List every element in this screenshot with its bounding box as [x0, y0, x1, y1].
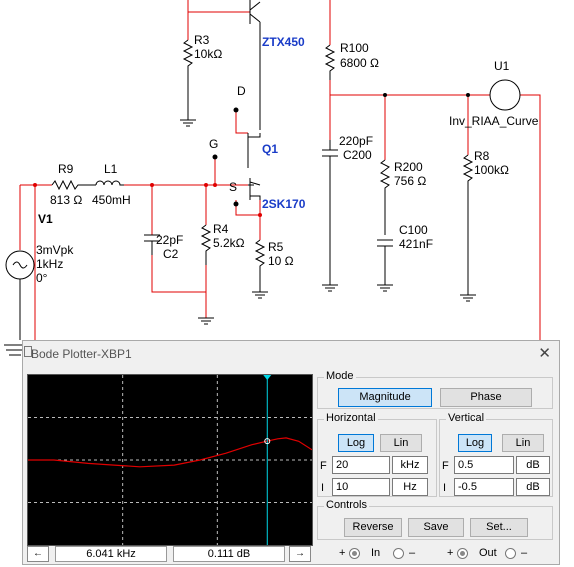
c200-name: C200: [343, 148, 372, 162]
r3-value: 10kΩ: [194, 47, 222, 61]
bode-plot-area[interactable]: [27, 374, 313, 546]
vertical-lin-button[interactable]: Lin: [502, 434, 544, 452]
r9-name: R9: [58, 162, 74, 176]
out-minus-label: –: [521, 547, 528, 559]
vertical-i-label: I: [443, 482, 447, 494]
v1-phase: 0°: [36, 271, 48, 285]
vertical-group: Vertical Log Lin F 0.5 dB I -0.5 dB: [439, 412, 553, 497]
r4-name: R4: [213, 222, 229, 236]
u1-part: Inv_RIAA_Curve: [449, 114, 539, 128]
controls-group: Controls Reverse Save Set...: [317, 499, 553, 540]
cursor-left-button[interactable]: ←: [27, 546, 49, 562]
q1-part: 2SK170: [262, 197, 306, 211]
bode-plotter-window: Bode Plotter-XBP1 ✕ Mode Magnitude Phase…: [22, 340, 560, 565]
l1-value: 450mH: [92, 193, 131, 207]
in-minus-label: –: [409, 547, 416, 559]
horizontal-title: Horizontal: [324, 412, 378, 424]
close-icon[interactable]: ✕: [538, 344, 551, 362]
v1-amp: 3mVpk: [36, 243, 74, 257]
r100-resistor: [324, 44, 336, 80]
wires: [19, 0, 541, 345]
u1-name: U1: [494, 59, 510, 73]
c2-name: C2: [163, 247, 179, 261]
out-plus-label: +: [447, 547, 454, 559]
save-button[interactable]: Save: [408, 518, 464, 537]
r100-name: R100: [340, 41, 369, 55]
gain-readout: 0.111 dB: [173, 546, 285, 562]
v1-freq: 1kHz: [36, 257, 63, 271]
in-minus-terminal[interactable]: [393, 548, 404, 559]
l1-name: L1: [104, 162, 118, 176]
vertical-initial-input[interactable]: -0.5: [454, 478, 514, 496]
s-label: S: [229, 180, 237, 194]
in-label: In: [371, 547, 381, 559]
cursor-handle-icon: [263, 375, 272, 380]
frequency-readout: 6.041 kHz: [55, 546, 167, 562]
in-plus-terminal[interactable]: [349, 548, 360, 559]
vertical-initial-unit[interactable]: dB: [516, 478, 550, 496]
q1-name: Q1: [262, 142, 278, 156]
parts: [4, 0, 521, 356]
horizontal-final-unit[interactable]: kHz: [392, 456, 428, 474]
r8-value: 100kΩ: [474, 163, 509, 177]
horizontal-f-label: F: [320, 460, 327, 472]
mode-title: Mode: [324, 370, 356, 382]
horizontal-log-button[interactable]: Log: [338, 434, 374, 452]
horizontal-lin-button[interactable]: Lin: [380, 434, 422, 452]
u1-block: [489, 79, 521, 111]
controls-title: Controls: [324, 499, 369, 511]
window-title: Bode Plotter-XBP1: [31, 347, 132, 361]
out-plus-terminal[interactable]: [457, 548, 468, 559]
vertical-final-input[interactable]: 0.5: [454, 456, 514, 474]
c100-value: 421nF: [399, 237, 433, 251]
c200-value: 220pF: [339, 134, 373, 148]
q-top-part: ZTX450: [262, 35, 305, 49]
horizontal-group: Horizontal Log Lin F 20 kHz I 10 Hz: [317, 412, 437, 497]
horizontal-final-input[interactable]: 20: [332, 456, 390, 474]
r4-value: 5.2kΩ: [213, 236, 245, 250]
horizontal-initial-unit[interactable]: Hz: [392, 478, 428, 496]
horizontal-i-label: I: [321, 482, 325, 494]
out-minus-terminal[interactable]: [505, 548, 516, 559]
r5-name: R5: [268, 240, 284, 254]
r8-name: R8: [474, 149, 490, 163]
vertical-f-label: F: [442, 460, 449, 472]
cursor-right-button[interactable]: →: [289, 546, 311, 562]
vertical-title: Vertical: [446, 412, 487, 424]
reverse-button[interactable]: Reverse: [344, 518, 402, 537]
v1-name: V1: [38, 212, 53, 226]
r5-value: 10 Ω: [268, 254, 294, 268]
out-label: Out: [479, 547, 497, 559]
in-plus-label: +: [339, 547, 346, 559]
r200-value: 756 Ω: [394, 174, 426, 188]
vertical-log-button[interactable]: Log: [458, 434, 492, 452]
phase-button[interactable]: Phase: [440, 388, 532, 407]
d-label: D: [237, 84, 246, 98]
set-button[interactable]: Set...: [470, 518, 528, 537]
vertical-final-unit[interactable]: dB: [516, 456, 550, 474]
r9-value: 813 Ω: [50, 193, 82, 207]
c2-value: 22pF: [156, 233, 183, 247]
magnitude-button[interactable]: Magnitude: [338, 388, 432, 407]
r200-name: R200: [394, 160, 423, 174]
r100-value: 6800 Ω: [340, 56, 379, 70]
r3-name: R3: [194, 33, 210, 47]
bode-plot-svg: [28, 375, 313, 545]
c100-name: C100: [399, 223, 428, 237]
r3-resistor: [182, 39, 194, 120]
horizontal-initial-input[interactable]: 10: [332, 478, 390, 496]
g-label: G: [209, 137, 218, 151]
mode-group: Mode Magnitude Phase: [317, 370, 553, 409]
